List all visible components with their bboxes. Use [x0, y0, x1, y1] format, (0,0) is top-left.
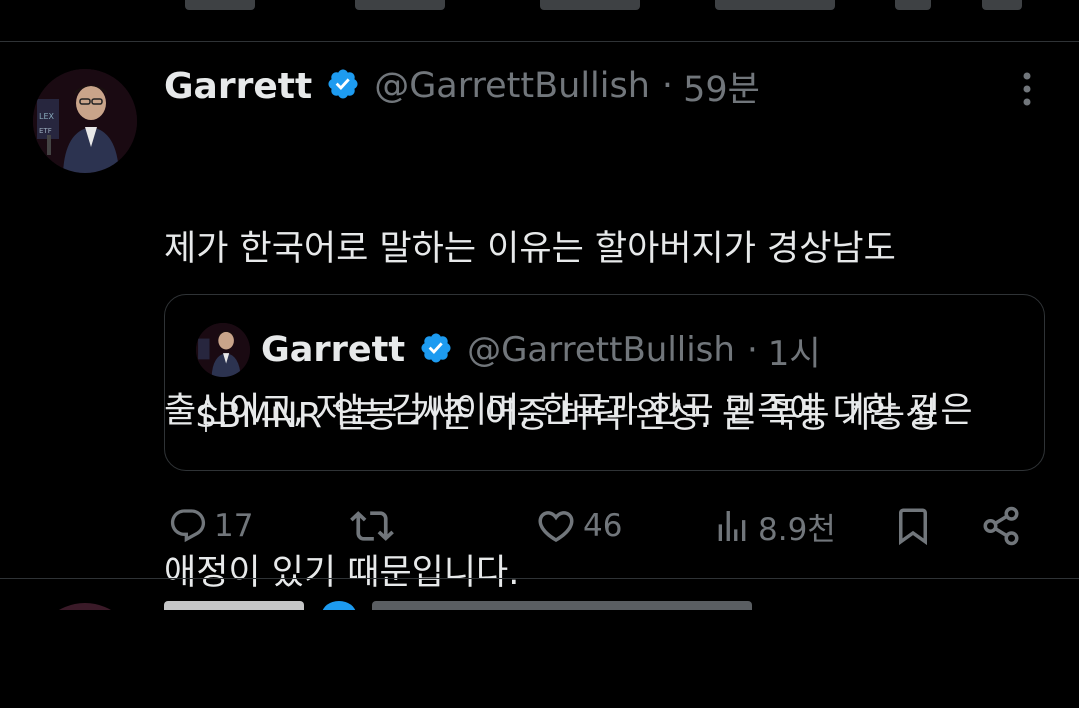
- views-button[interactable]: 8.9천: [712, 505, 836, 548]
- prev-reply-action[interactable]: [185, 0, 255, 10]
- tweet-text-line: 제가 한국어로 말하는 이유는 할아버지가 경상남도: [164, 229, 896, 269]
- quoted-author-handle: @GarrettBullish: [467, 330, 735, 370]
- quoted-tweet-card[interactable]: Garrett @GarrettBullish · 1시 $BMNR 일봉 기준…: [164, 294, 1045, 471]
- author-avatar[interactable]: LEX ETF: [33, 69, 137, 173]
- quoted-author-name: Garrett: [261, 330, 406, 370]
- author-name[interactable]: Garrett: [164, 66, 312, 107]
- more-vertical-icon[interactable]: [1010, 70, 1044, 110]
- verified-badge-icon: [322, 601, 356, 610]
- next-tweet-handle-peek: [372, 601, 752, 610]
- next-tweet-peek[interactable]: [0, 579, 1079, 610]
- prev-like-action[interactable]: [540, 0, 640, 10]
- previous-tweet-action-bar: [0, 0, 1079, 18]
- prev-share-action[interactable]: [982, 0, 1022, 10]
- verified-badge-icon: [326, 67, 360, 105]
- retweet-icon: [350, 504, 394, 548]
- tweet-header: Garrett @GarrettBullish · 59분: [164, 62, 760, 110]
- svg-text:LEX: LEX: [39, 112, 55, 121]
- retweet-button[interactable]: [350, 505, 394, 547]
- svg-text:ETF: ETF: [39, 127, 52, 135]
- share-icon: [980, 505, 1022, 547]
- like-button[interactable]: 46: [535, 505, 622, 547]
- tweet-time[interactable]: 59분: [683, 61, 760, 112]
- reply-count: 17: [214, 508, 254, 544]
- share-button[interactable]: [980, 505, 1022, 547]
- reply-icon: [168, 506, 208, 546]
- quoted-author-avatar: [196, 323, 250, 377]
- verified-badge-icon: [419, 331, 453, 369]
- bookmark-icon: [892, 505, 934, 547]
- quoted-header: Garrett @GarrettBullish · 1시: [261, 325, 821, 375]
- prev-retweet-action[interactable]: [355, 0, 445, 10]
- prev-bookmark-action[interactable]: [895, 0, 931, 10]
- next-tweet-name-peek: [164, 601, 304, 610]
- reply-button[interactable]: 17: [168, 505, 253, 547]
- separator-dot: ·: [661, 66, 674, 106]
- bookmark-button[interactable]: [892, 505, 934, 547]
- quoted-tweet-time: 1시: [767, 333, 821, 374]
- separator-dot: ·: [746, 330, 758, 370]
- views-count: 8.9천: [758, 511, 836, 548]
- tweet-action-bar: 17 46 8.9천: [0, 498, 1079, 554]
- next-tweet-avatar: [33, 603, 137, 610]
- quoted-tweet-text: $BMNR 일봉 기준 이중 바닥 완성. 곧 폭등 가능성: [195, 396, 938, 436]
- views-icon: [712, 506, 752, 546]
- prev-views-action[interactable]: [715, 0, 835, 10]
- heart-icon: [535, 505, 577, 547]
- like-count: 46: [583, 508, 623, 544]
- author-handle[interactable]: @GarrettBullish: [374, 66, 650, 106]
